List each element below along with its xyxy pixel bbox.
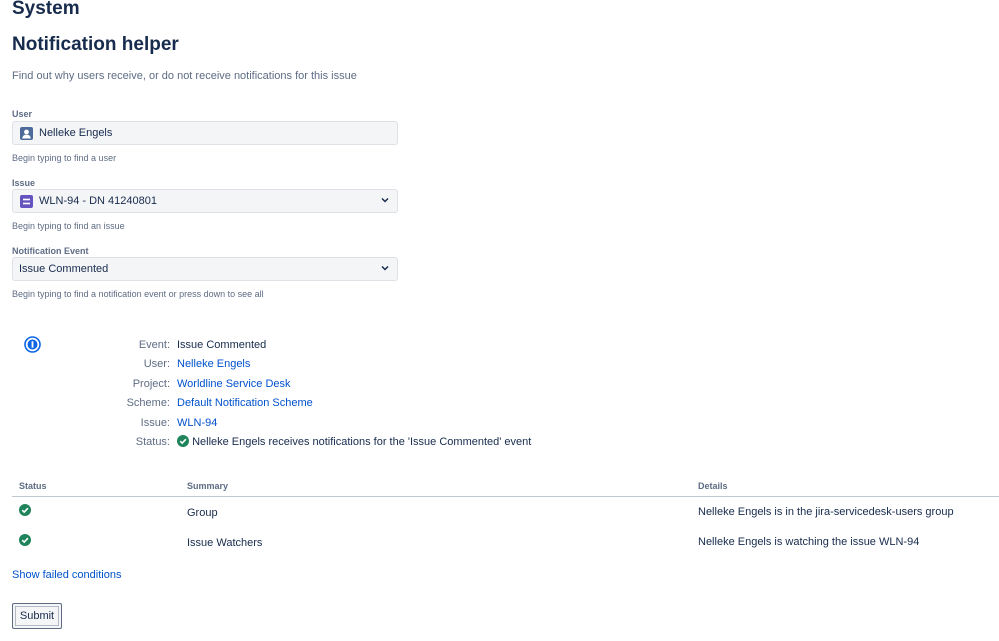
- result-event-key: Event:: [138, 339, 170, 351]
- user-avatar-icon: [20, 127, 33, 140]
- issue-select-value: WLN-94 - DN 41240801: [39, 195, 158, 207]
- issue-label: Issue: [12, 178, 36, 188]
- show-failed-conditions-link[interactable]: Show failed conditions: [12, 569, 121, 581]
- result-project-key: Project:: [132, 378, 170, 390]
- result-issue-link[interactable]: WLN-94: [177, 417, 217, 429]
- table-header-summary: Summary: [187, 481, 229, 491]
- system-heading: System: [12, 0, 80, 19]
- result-scheme-key: Scheme:: [126, 397, 170, 409]
- user-field-value: Nelleke Engels: [39, 127, 113, 139]
- user-label: User: [12, 109, 33, 119]
- result-scheme-link[interactable]: Default Notification Scheme: [177, 397, 313, 409]
- table-header-status: Status: [19, 481, 47, 491]
- check-circle-icon: [19, 504, 31, 516]
- table-header-divider: [12, 496, 999, 497]
- issue-type-icon: [20, 195, 33, 208]
- event-hint: Begin typing to find a notification even…: [12, 289, 264, 299]
- table-header-details: Details: [698, 481, 728, 491]
- chevron-down-icon: [381, 197, 389, 203]
- table-row-summary: Group: [187, 507, 218, 519]
- issue-select[interactable]: WLN-94 - DN 41240801: [12, 189, 398, 213]
- result-issue-key: Issue:: [140, 417, 170, 429]
- user-hint: Begin typing to find a user: [12, 153, 117, 163]
- chevron-down-icon: [381, 265, 389, 271]
- user-field[interactable]: Nelleke Engels: [12, 121, 398, 145]
- result-user-link[interactable]: Nelleke Engels: [177, 358, 250, 370]
- submit-button[interactable]: Submit: [12, 603, 62, 629]
- check-circle-icon: [177, 435, 189, 447]
- result-project-link[interactable]: Worldline Service Desk: [177, 378, 291, 390]
- page-title: Notification helper: [12, 34, 179, 55]
- issue-hint: Begin typing to find an issue: [12, 221, 125, 231]
- result-status-value: Nelleke Engels receives notifications fo…: [177, 435, 531, 448]
- table-row-details: Nelleke Engels is watching the issue WLN…: [698, 536, 920, 548]
- event-select-value: Issue Commented: [19, 263, 109, 275]
- check-circle-icon: [19, 534, 31, 546]
- status-message: Nelleke Engels receives notifications fo…: [192, 436, 532, 448]
- page-description: Find out why users receive, or do not re…: [12, 70, 357, 82]
- result-user-key: User:: [143, 358, 170, 370]
- table-row-summary: Issue Watchers: [187, 537, 263, 549]
- result-event-value: Issue Commented: [177, 339, 267, 351]
- notification-event-select[interactable]: Issue Commented: [12, 257, 398, 281]
- table-row-details: Nelleke Engels is in the jira-servicedes…: [698, 506, 954, 518]
- result-status-key: Status:: [135, 436, 170, 448]
- event-label: Notification Event: [12, 246, 89, 256]
